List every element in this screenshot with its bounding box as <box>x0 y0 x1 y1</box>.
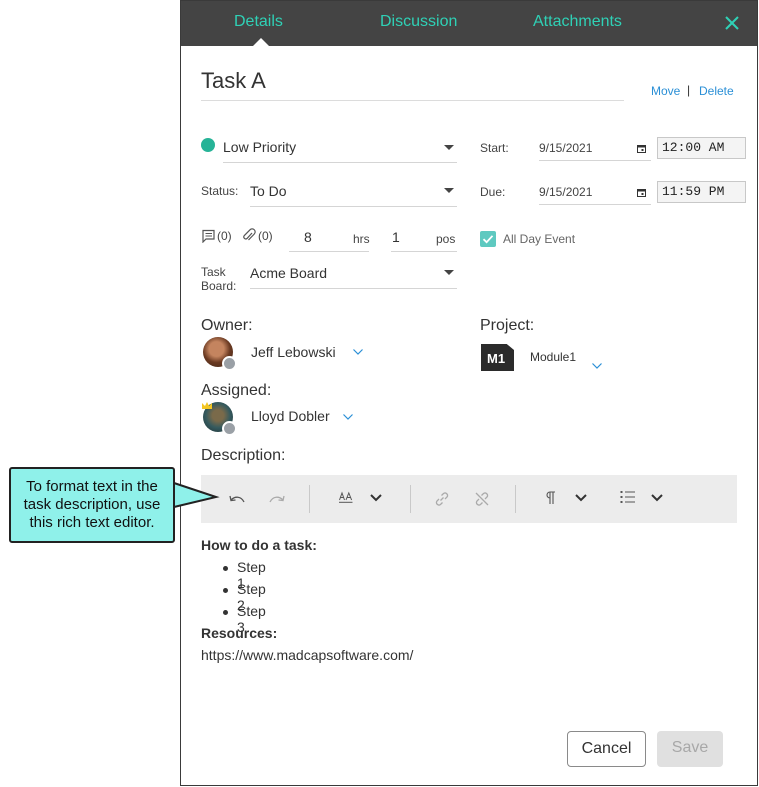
task-title[interactable]: Task A <box>201 68 266 94</box>
resources-label: Resources: <box>201 625 278 641</box>
tab-attachments[interactable]: Attachments <box>533 13 622 31</box>
all-day-label: All Day Event <box>503 232 576 246</box>
font-size-chevron-down-icon[interactable] <box>370 494 382 502</box>
tab-bar: Details Discussion Attachments <box>181 1 757 46</box>
title-underline <box>201 100 624 101</box>
paragraph-chevron-down-icon[interactable] <box>575 494 587 502</box>
task-dialog: Details Discussion Attachments Task A Mo… <box>180 0 758 786</box>
project-badge: M1 <box>481 344 514 371</box>
due-date-input[interactable]: 9/15/2021 <box>539 185 592 199</box>
project-badge-text: M1 <box>487 351 506 366</box>
paragraph-icon[interactable] <box>544 491 556 505</box>
resources-url: https://www.madcapsoftware.com/ <box>201 647 414 663</box>
priority-dropdown-caret[interactable] <box>444 145 454 150</box>
callout-pointer <box>172 482 220 508</box>
owner-status-indicator <box>222 356 237 371</box>
description-label: Description: <box>201 447 286 464</box>
toolbar-separator <box>309 485 310 513</box>
start-date-underline <box>539 160 651 161</box>
start-time-input[interactable]: 12:00 AM <box>657 137 746 159</box>
positions-input[interactable]: 1 <box>392 229 400 245</box>
priority-underline <box>223 162 457 163</box>
start-label: Start: <box>480 141 509 155</box>
due-calendar-icon[interactable] <box>637 188 646 197</box>
project-chevron-down-icon[interactable] <box>592 363 602 369</box>
delete-link[interactable]: Delete <box>699 84 734 98</box>
priority-select[interactable]: Low Priority <box>223 139 296 155</box>
tab-details[interactable]: Details <box>234 13 283 31</box>
description-heading: How to do a task: <box>201 537 317 553</box>
positions-unit: pos <box>436 232 456 246</box>
project-label: Project: <box>480 317 535 334</box>
task-board-select[interactable]: Acme Board <box>250 265 327 281</box>
assigned-status-indicator <box>222 421 237 436</box>
paperclip-icon[interactable] <box>242 228 256 243</box>
all-day-checkbox[interactable] <box>480 231 496 247</box>
move-link[interactable]: Move <box>651 84 680 98</box>
owner-chevron-down-icon[interactable] <box>353 349 363 355</box>
hours-input[interactable]: 8 <box>304 229 312 245</box>
unlink-icon[interactable] <box>474 491 490 507</box>
tab-discussion[interactable]: Discussion <box>380 13 457 31</box>
toolbar-separator <box>410 485 411 513</box>
status-label: Status: <box>201 184 239 198</box>
redo-icon[interactable] <box>268 493 286 505</box>
link-separator: | <box>687 83 691 97</box>
status-dropdown-caret[interactable] <box>444 188 454 193</box>
undo-icon[interactable] <box>228 493 246 505</box>
checkmark-icon <box>482 235 494 244</box>
rich-text-toolbar <box>201 475 737 523</box>
due-date-underline <box>539 204 651 205</box>
start-date-input[interactable]: 9/15/2021 <box>539 141 592 155</box>
link-icon[interactable] <box>434 491 450 507</box>
status-select[interactable]: To Do <box>250 183 287 199</box>
active-tab-pointer <box>253 38 269 46</box>
task-board-dropdown-caret[interactable] <box>444 270 454 275</box>
priority-dot <box>201 138 215 152</box>
attachments-count: (0) <box>258 229 273 243</box>
close-icon[interactable] <box>723 14 741 32</box>
due-label: Due: <box>480 185 506 199</box>
font-size-icon[interactable] <box>339 491 353 503</box>
crown-icon <box>202 402 212 409</box>
project-name[interactable]: Module1 <box>530 350 576 364</box>
due-time-input[interactable]: 11:59 PM <box>657 181 746 203</box>
notes-icon[interactable] <box>201 229 216 243</box>
task-board-underline <box>250 288 457 289</box>
cancel-button[interactable]: Cancel <box>567 731 646 767</box>
callout-annotation: To format text in the task description, … <box>9 467 175 543</box>
assigned-name[interactable]: Lloyd Dobler <box>251 408 330 424</box>
owner-label: Owner: <box>201 317 253 334</box>
list-icon[interactable] <box>620 490 636 504</box>
save-button[interactable]: Save <box>657 731 723 767</box>
toolbar-separator <box>515 485 516 513</box>
description-editor[interactable]: How to do a task: Step 1 Step 2 Step 3 R… <box>201 536 731 676</box>
start-calendar-icon[interactable] <box>637 144 646 153</box>
hours-unit: hrs <box>353 232 370 246</box>
notes-count: (0) <box>217 229 232 243</box>
positions-underline <box>391 251 457 252</box>
hours-underline <box>289 251 369 252</box>
status-underline <box>250 206 457 207</box>
task-board-label: Task Board: <box>201 265 237 293</box>
assigned-chevron-down-icon[interactable] <box>343 414 353 420</box>
owner-name[interactable]: Jeff Lebowski <box>251 344 336 360</box>
list-chevron-down-icon[interactable] <box>651 494 663 502</box>
assigned-label: Assigned: <box>201 382 272 399</box>
